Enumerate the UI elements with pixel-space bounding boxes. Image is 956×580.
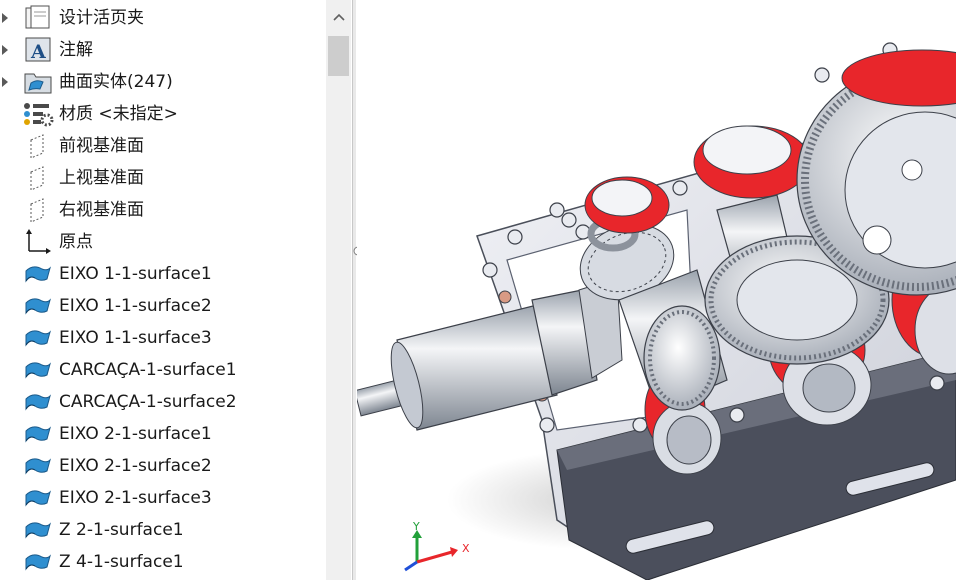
expand-arrow-icon[interactable]: [0, 66, 10, 98]
feature-manager-tree: 设计活页夹 A 注解曲面实体(247) 材质 <未指定> 前视基准面上视基准面右视基准面…: [0, 0, 352, 580]
tree-item[interactable]: 前视基准面: [0, 130, 326, 162]
tree-item-label: EIXO 2-1-surface2: [59, 456, 212, 476]
gearbox-model: Y X: [357, 42, 956, 580]
expand-arrow-icon[interactable]: [0, 34, 10, 66]
tree-item-label: 原点: [59, 232, 93, 252]
tree-item-label: EIXO 2-1-surface3: [59, 488, 212, 508]
surface-feature-icon: [22, 421, 54, 447]
tree-item-label: Z 4-1-surface1: [59, 552, 184, 572]
bearing-cap-rear-small: [584, 176, 670, 234]
tree-item[interactable]: EIXO 1-1-surface3: [0, 322, 326, 354]
tree-item-label: 曲面实体(247): [59, 72, 173, 92]
tree-item[interactable]: EIXO 1-1-surface2: [0, 290, 326, 322]
tree-item[interactable]: CARCAÇA-1-surface1: [0, 354, 326, 386]
graphics-viewport[interactable]: Y X: [357, 0, 956, 580]
surface-bodies-folder-icon: [22, 69, 54, 95]
tree-item[interactable]: EIXO 2-1-surface3: [0, 482, 326, 514]
tree-item-label: CARCAÇA-1-surface2: [59, 392, 237, 412]
surface-feature-icon: [22, 453, 54, 479]
tree-item[interactable]: 原点: [0, 226, 326, 258]
surface-feature-icon: [22, 389, 54, 415]
tree-item[interactable]: EIXO 1-1-surface1: [0, 258, 326, 290]
plane-icon: [22, 197, 54, 223]
plane-icon: [22, 133, 54, 159]
tree-item-label: EIXO 1-1-surface2: [59, 296, 212, 316]
tree-item-label: 注解: [59, 40, 93, 60]
scroll-up-arrow-icon[interactable]: [326, 0, 351, 34]
tree-item-label: 材质 <未指定>: [59, 104, 178, 124]
material-icon: [22, 101, 54, 127]
tree-item[interactable]: EIXO 2-1-surface1: [0, 418, 326, 450]
tree-item-label: EIXO 1-1-surface1: [59, 264, 212, 284]
tree-item[interactable]: EIXO 2-1-surface2: [0, 450, 326, 482]
bearing-cap-rear-mid: [693, 125, 811, 199]
tree-item-label: EIXO 2-1-surface1: [59, 424, 212, 444]
plane-icon: [22, 165, 54, 191]
tree-item-label: 前视基准面: [59, 136, 144, 156]
surface-feature-icon: [22, 549, 54, 575]
expand-arrow-icon[interactable]: [0, 2, 10, 34]
pinion-gear-front: [643, 305, 721, 411]
tree-item-label: 设计活页夹: [59, 8, 144, 28]
tree-item[interactable]: 材质 <未指定>: [0, 98, 326, 130]
surface-feature-icon: [22, 485, 54, 511]
surface-feature-icon: [22, 325, 54, 351]
tree-item[interactable]: A 注解: [0, 34, 326, 66]
surface-feature-icon: [22, 261, 54, 287]
tree-item[interactable]: Z 4-1-surface1: [0, 546, 326, 578]
triad-y-label: Y: [412, 520, 420, 533]
svg-text:A: A: [30, 41, 46, 63]
scroll-thumb[interactable]: [328, 36, 349, 76]
tree-item-label: 右视基准面: [59, 200, 144, 220]
tree-item[interactable]: CARCAÇA-1-surface2: [0, 386, 326, 418]
tree-item[interactable]: Z 2-1-surface1: [0, 514, 326, 546]
tree-item[interactable]: 设计活页夹: [0, 2, 326, 34]
tree-item[interactable]: 上视基准面: [0, 162, 326, 194]
tree-item-label: EIXO 1-1-surface3: [59, 328, 212, 348]
tree-scrollbar[interactable]: [326, 0, 351, 580]
tree-item-label: Z 2-1-surface1: [59, 520, 184, 540]
surface-feature-icon: [22, 517, 54, 543]
triad-x-label: X: [462, 542, 470, 555]
surface-feature-icon: [22, 357, 54, 383]
origin-icon: [22, 229, 54, 255]
annotations-icon: A: [22, 37, 54, 63]
surface-feature-icon: [22, 293, 54, 319]
design-binder-icon: [22, 5, 54, 31]
panel-splitter[interactable]: [352, 0, 356, 580]
tree-item-label: 上视基准面: [59, 168, 144, 188]
tree-item[interactable]: 右视基准面: [0, 194, 326, 226]
tree-item-label: CARCAÇA-1-surface1: [59, 360, 237, 380]
tree-item[interactable]: 曲面实体(247): [0, 66, 326, 98]
axis-triad: Y X: [404, 520, 470, 572]
